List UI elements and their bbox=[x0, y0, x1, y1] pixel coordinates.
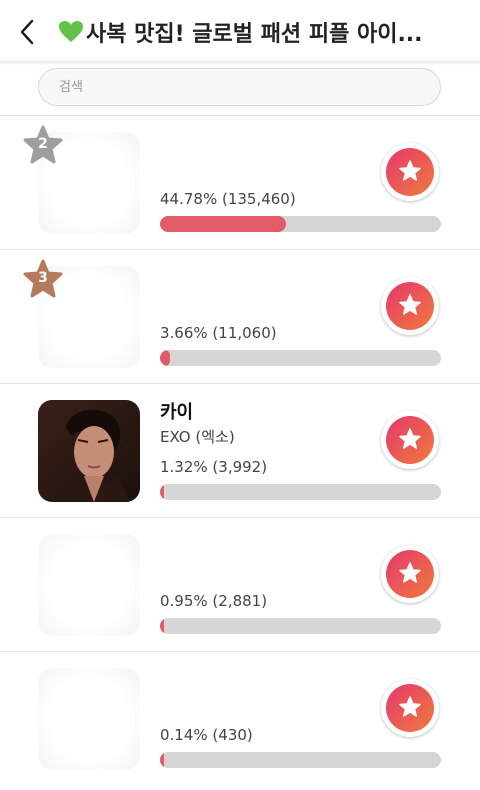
vote-button[interactable] bbox=[381, 143, 439, 201]
vote-progress-fill bbox=[160, 618, 164, 634]
vote-button-fill bbox=[386, 550, 434, 598]
ranking-row: 카이 EXO (엑소) 1.32% (3,992) bbox=[0, 384, 480, 518]
vote-button-fill bbox=[386, 282, 434, 330]
star-icon bbox=[399, 696, 421, 717]
page-title-text: 사복 맛집! 글로벌 패션 피플 아이... bbox=[86, 22, 423, 47]
ranking-list: 2 44.78% (135,460) 3 3.66% (11,060) 카이 E… bbox=[0, 116, 480, 786]
vote-stat: 44.78% (135,460) bbox=[160, 190, 296, 208]
ranking-row: 0.95% (2,881) bbox=[0, 518, 480, 652]
artist-group: EXO (엑소) bbox=[160, 428, 235, 446]
ranking-row: 2 44.78% (135,460) bbox=[0, 116, 480, 250]
vote-progress-bar bbox=[160, 752, 441, 768]
vote-progress-bar bbox=[160, 618, 441, 634]
star-icon bbox=[399, 428, 421, 449]
vote-stat: 3.66% (11,060) bbox=[160, 324, 277, 342]
avatar bbox=[38, 668, 140, 770]
vote-button[interactable] bbox=[381, 679, 439, 737]
avatar bbox=[38, 400, 140, 502]
vote-progress-bar bbox=[160, 216, 441, 232]
chevron-left-icon bbox=[20, 19, 34, 45]
ranking-row: 3 3.66% (11,060) bbox=[0, 250, 480, 384]
vote-button[interactable] bbox=[381, 411, 439, 469]
vote-progress-fill bbox=[160, 350, 171, 366]
vote-button[interactable] bbox=[381, 277, 439, 335]
vote-button-fill bbox=[386, 684, 434, 732]
artist-photo bbox=[38, 400, 140, 502]
back-button[interactable] bbox=[14, 16, 42, 48]
green-heart-icon bbox=[59, 21, 83, 42]
top-app-bar: 사복 맛집! 글로벌 패션 피플 아이... bbox=[0, 0, 480, 62]
search-input[interactable] bbox=[38, 68, 441, 106]
avatar bbox=[38, 534, 140, 636]
rank-badge: 2 bbox=[22, 124, 64, 166]
star-icon bbox=[399, 160, 421, 181]
vote-progress-bar bbox=[160, 350, 441, 366]
rank-number: 3 bbox=[38, 270, 48, 286]
vote-button[interactable] bbox=[381, 545, 439, 603]
vote-progress-bar bbox=[160, 484, 441, 500]
ranking-row: 0.14% (430) bbox=[0, 652, 480, 786]
rank-badge: 3 bbox=[22, 258, 64, 300]
vote-stat: 1.32% (3,992) bbox=[160, 458, 268, 476]
vote-button-fill bbox=[386, 416, 434, 464]
vote-progress-fill bbox=[160, 752, 164, 768]
star-icon bbox=[399, 562, 421, 583]
vote-stat: 0.95% (2,881) bbox=[160, 592, 268, 610]
vote-button-fill bbox=[386, 148, 434, 196]
star-icon bbox=[399, 294, 421, 315]
page-title: 사복 맛집! 글로벌 패션 피플 아이... bbox=[58, 16, 468, 48]
artist-name: 카이 bbox=[160, 402, 194, 423]
vote-progress-fill bbox=[160, 484, 164, 500]
search-bar bbox=[0, 62, 480, 116]
vote-progress-fill bbox=[160, 216, 286, 232]
rank-number: 2 bbox=[38, 136, 48, 152]
vote-stat: 0.14% (430) bbox=[160, 726, 253, 744]
